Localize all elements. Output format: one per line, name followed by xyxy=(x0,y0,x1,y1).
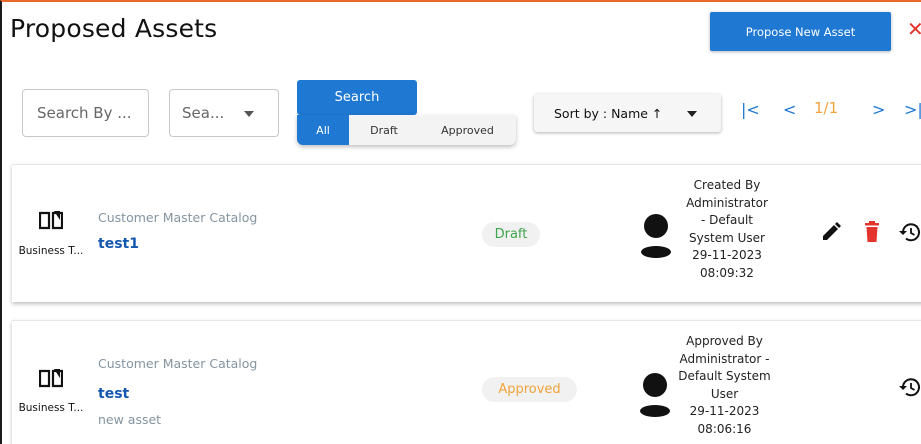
audit-meta: Created By Administrator - Default Syste… xyxy=(672,177,782,282)
search-input[interactable]: Search By ... xyxy=(22,89,149,137)
filter-tab-draft[interactable]: Draft xyxy=(349,115,419,145)
search-input-placeholder: Search By ... xyxy=(37,104,132,122)
asset-name-link[interactable]: test xyxy=(98,386,129,402)
meta-line: 29-11-2023 xyxy=(692,248,762,262)
meta-line: Administrator xyxy=(686,195,768,210)
search-button[interactable]: Search xyxy=(297,80,417,115)
prev-page-button[interactable]: < xyxy=(783,100,796,119)
audit-meta: Approved By Administrator - Default Syst… xyxy=(667,333,782,438)
sort-label: Sort by : Name ↑ xyxy=(554,105,663,121)
meta-line: 08:09:32 xyxy=(700,265,754,280)
close-icon[interactable]: ✕ xyxy=(907,19,921,39)
first-page-button[interactable]: |< xyxy=(741,100,760,119)
caret-down-icon xyxy=(244,111,254,117)
asset-catalog: Customer Master Catalog xyxy=(98,210,258,225)
asset-name-link[interactable]: test1 xyxy=(98,236,139,252)
asset-type-label: Business T... xyxy=(18,402,84,414)
history-icon[interactable] xyxy=(899,377,921,397)
user-icon xyxy=(641,214,671,258)
book-icon xyxy=(39,369,63,388)
meta-line: - Default xyxy=(701,213,753,227)
delete-icon[interactable] xyxy=(864,221,880,242)
meta-line: 29-11-2023 xyxy=(689,404,760,418)
asset-catalog: Customer Master Catalog xyxy=(98,356,258,371)
history-icon[interactable] xyxy=(899,222,921,242)
meta-line: User xyxy=(710,386,739,401)
edit-icon[interactable] xyxy=(821,222,841,242)
meta-line: 08:06:16 xyxy=(697,421,752,436)
search-select-placeholder: Sea... xyxy=(182,104,225,122)
meta-line: Approved By xyxy=(686,334,763,348)
proposed-assets-panel: Proposed Assets Propose New Asset ✕ Sear… xyxy=(0,0,921,444)
filter-tab-all[interactable]: All xyxy=(297,115,349,145)
propose-new-asset-button[interactable]: Propose New Asset xyxy=(710,12,891,51)
meta-line: Created By xyxy=(693,178,761,192)
sort-dropdown[interactable]: Sort by : Name ↑ xyxy=(534,94,721,132)
last-page-button[interactable]: >| xyxy=(904,100,921,119)
book-icon xyxy=(39,211,63,230)
status-badge: Draft xyxy=(482,222,540,247)
meta-line: System User xyxy=(689,230,765,245)
caret-down-icon xyxy=(687,111,697,117)
meta-line: Default System xyxy=(678,369,771,383)
asset-type-label: Business T... xyxy=(18,245,84,257)
page-indicator: 1/1 xyxy=(814,99,839,117)
filter-tab-approved[interactable]: Approved xyxy=(419,115,516,145)
asset-card[interactable]: Business T... Customer Master Catalog te… xyxy=(12,164,921,302)
search-field-select[interactable]: Sea... xyxy=(169,89,279,137)
asset-description: new asset xyxy=(98,412,162,427)
asset-card[interactable]: Business T... Customer Master Catalog te… xyxy=(12,320,921,444)
next-page-button[interactable]: > xyxy=(872,100,885,119)
status-filter-tabs: All Draft Approved xyxy=(297,115,516,145)
meta-line: Administrator - xyxy=(679,351,770,366)
status-badge: Approved xyxy=(482,377,577,402)
page-title: Proposed Assets xyxy=(10,14,218,43)
